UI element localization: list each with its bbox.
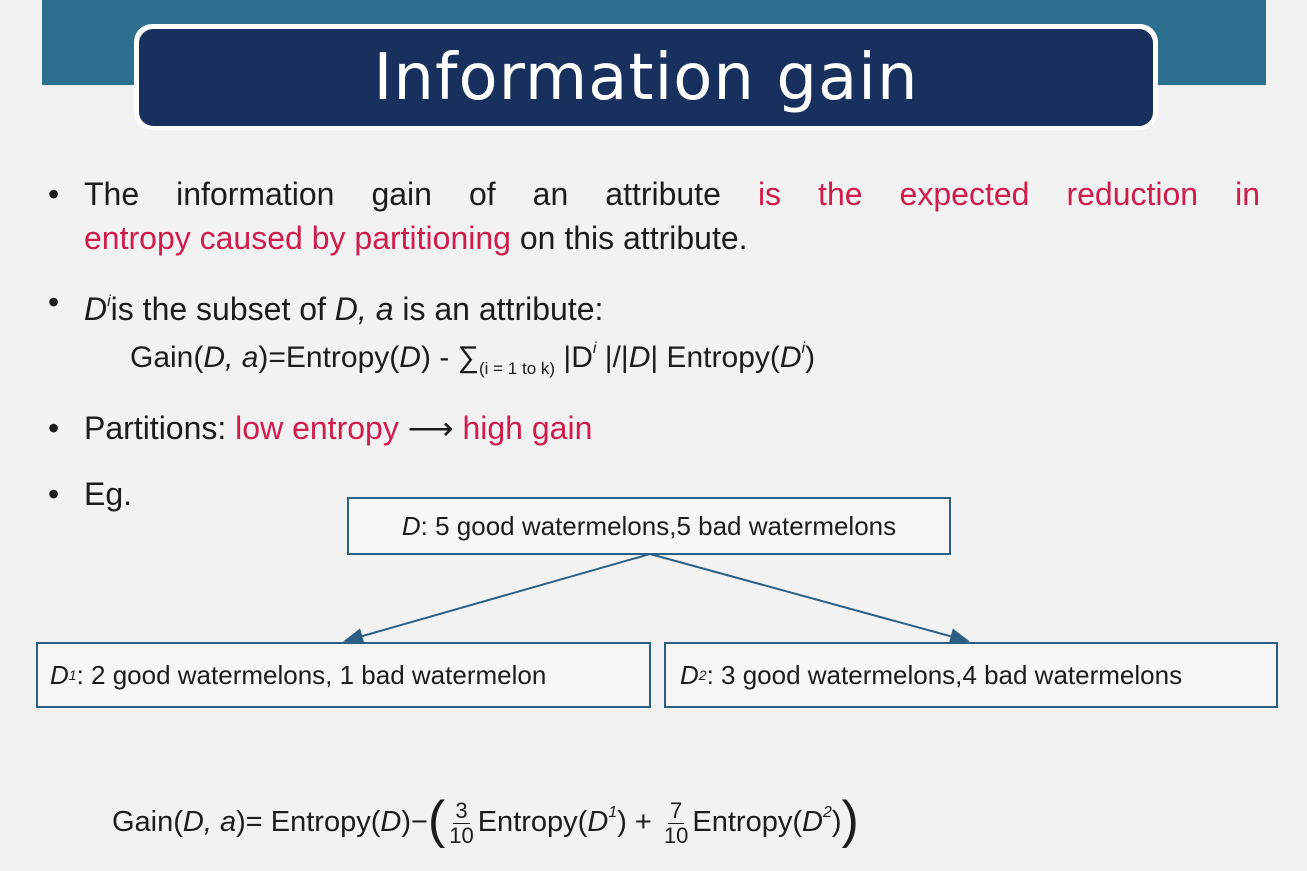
right-node-box: D2: 3 good watermelons,4 bad watermelons [664, 642, 1278, 708]
connector-right [649, 553, 970, 644]
left-node-box: D1: 2 good watermelons, 1 bad watermelon [36, 642, 651, 708]
fraction-7-10: 7 10 [663, 797, 689, 848]
example-gain-formula: Gain(D, a)= Entropy(D)−(3 10 Entropy(D1) +… [112, 791, 859, 849]
close-paren: ) [841, 791, 859, 849]
connector-left [343, 553, 651, 644]
fraction-3-10: 3 10 [449, 797, 474, 848]
tree-connectors [343, 553, 970, 644]
root-node-box: D: 5 good watermelons,5 bad watermelons [347, 497, 951, 555]
open-paren: ( [427, 791, 446, 849]
